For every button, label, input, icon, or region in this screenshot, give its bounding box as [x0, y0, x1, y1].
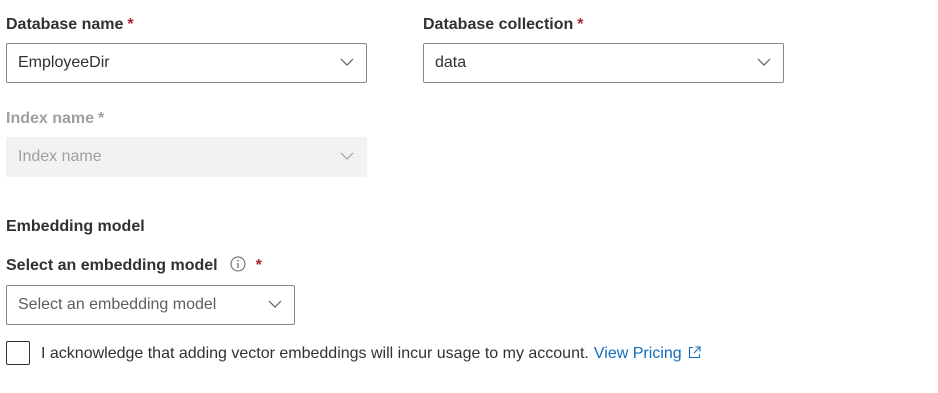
embedding-model-placeholder: Select an embedding model [18, 296, 217, 313]
acknowledge-row: I acknowledge that adding vector embeddi… [41, 344, 701, 364]
database-collection-label: Database collection * [423, 15, 584, 35]
chevron-down-icon [268, 300, 282, 308]
index-name-dropdown: Index name [6, 137, 367, 177]
required-marker: * [255, 257, 262, 274]
acknowledge-text: I acknowledge that adding vector embeddi… [41, 345, 589, 362]
index-name-label: Index name * [6, 109, 104, 129]
chevron-down-icon [340, 152, 354, 160]
index-name-label-text: Index name [6, 110, 95, 127]
database-collection-dropdown[interactable]: data [423, 43, 784, 83]
acknowledge-checkbox[interactable] [6, 341, 30, 365]
database-name-label: Database name * [6, 15, 134, 35]
index-name-placeholder: Index name [18, 148, 102, 165]
info-icon[interactable] [230, 256, 246, 272]
embedding-section-title: Embedding model [6, 218, 145, 235]
chevron-down-icon [757, 58, 771, 66]
required-marker: * [98, 110, 105, 127]
required-marker: * [577, 16, 584, 33]
chevron-down-icon [340, 58, 354, 66]
external-link-icon [688, 346, 701, 359]
embedding-select-label: Select an embedding model * [6, 256, 262, 276]
database-name-label-text: Database name [6, 16, 124, 33]
database-collection-value: data [435, 54, 467, 71]
view-pricing-text: View Pricing [593, 345, 682, 362]
database-collection-label-text: Database collection [423, 16, 574, 33]
database-name-value: EmployeeDir [18, 54, 110, 71]
database-name-dropdown[interactable]: EmployeeDir [6, 43, 367, 83]
required-marker: * [127, 16, 134, 33]
embedding-model-dropdown[interactable]: Select an embedding model [6, 285, 295, 325]
embedding-select-label-text: Select an embedding model [6, 257, 218, 274]
view-pricing-link[interactable]: View Pricing [594, 345, 701, 362]
